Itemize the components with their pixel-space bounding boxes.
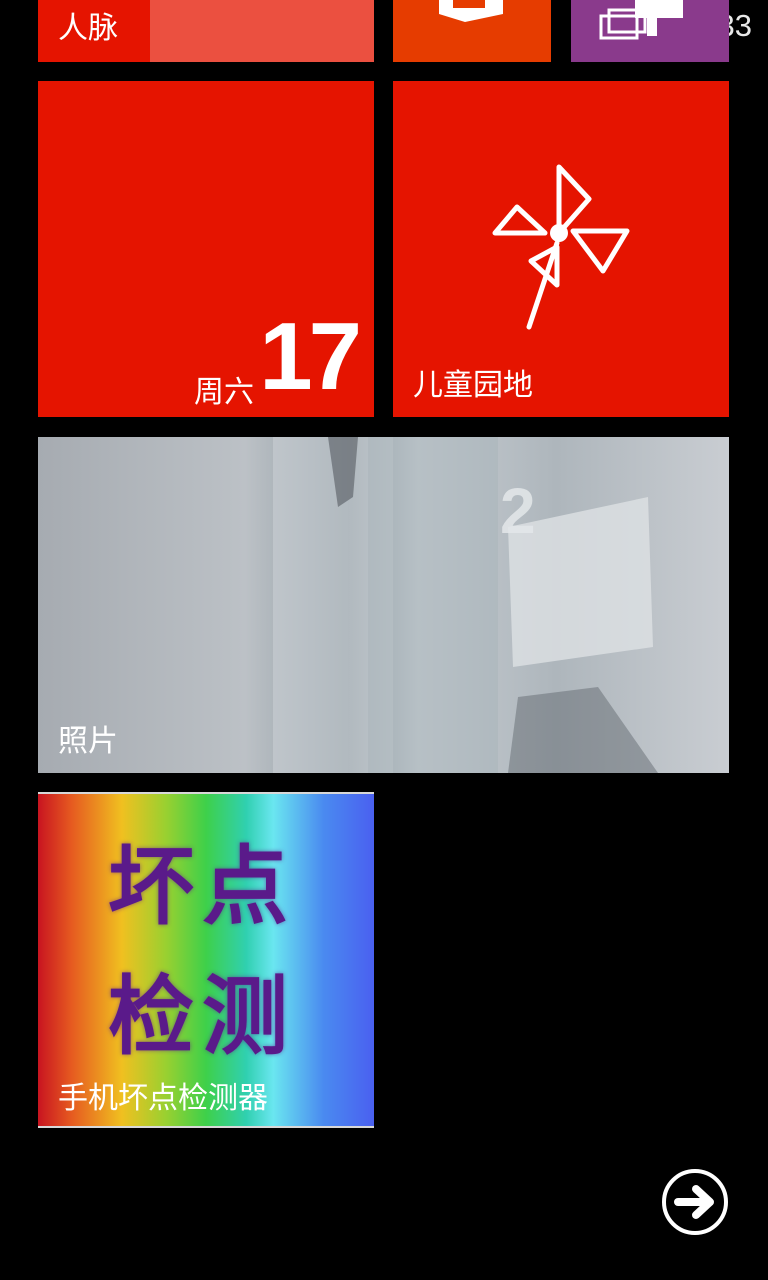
photos-label: 照片 — [58, 724, 118, 759]
tile-kids-corner[interactable]: 儿童园地 — [393, 81, 729, 417]
kids-corner-label: 儿童园地 — [413, 368, 533, 403]
calendar-day: 17 — [259, 303, 362, 410]
document-stack-icon — [599, 0, 683, 40]
tile-calendar[interactable]: 周六 17 — [38, 81, 374, 417]
tile-dead-pixel-tester[interactable]: 坏点 检测 手机坏点检测器 — [38, 792, 374, 1128]
calendar-weekday: 周六 — [194, 375, 254, 410]
tile-purple[interactable] — [571, 0, 729, 62]
svg-text:2: 2 — [500, 475, 536, 547]
dead-pixel-art-line2: 检测 — [108, 967, 296, 1067]
people-label: 人脉 — [58, 11, 118, 46]
arrow-right-circle-icon — [662, 1169, 728, 1235]
pinwheel-icon — [492, 164, 630, 330]
photo-background: 2 — [273, 437, 658, 773]
office-icon — [439, 0, 503, 22]
all-apps-button[interactable] — [660, 1167, 730, 1237]
dead-pixel-label: 手机坏点检测器 — [58, 1081, 268, 1116]
tile-people[interactable]: 人脉 — [38, 0, 374, 62]
tile-photos[interactable]: 2 照片 — [38, 437, 729, 773]
dead-pixel-art-line1: 坏点 — [108, 837, 296, 937]
tile-office[interactable] — [393, 0, 551, 62]
